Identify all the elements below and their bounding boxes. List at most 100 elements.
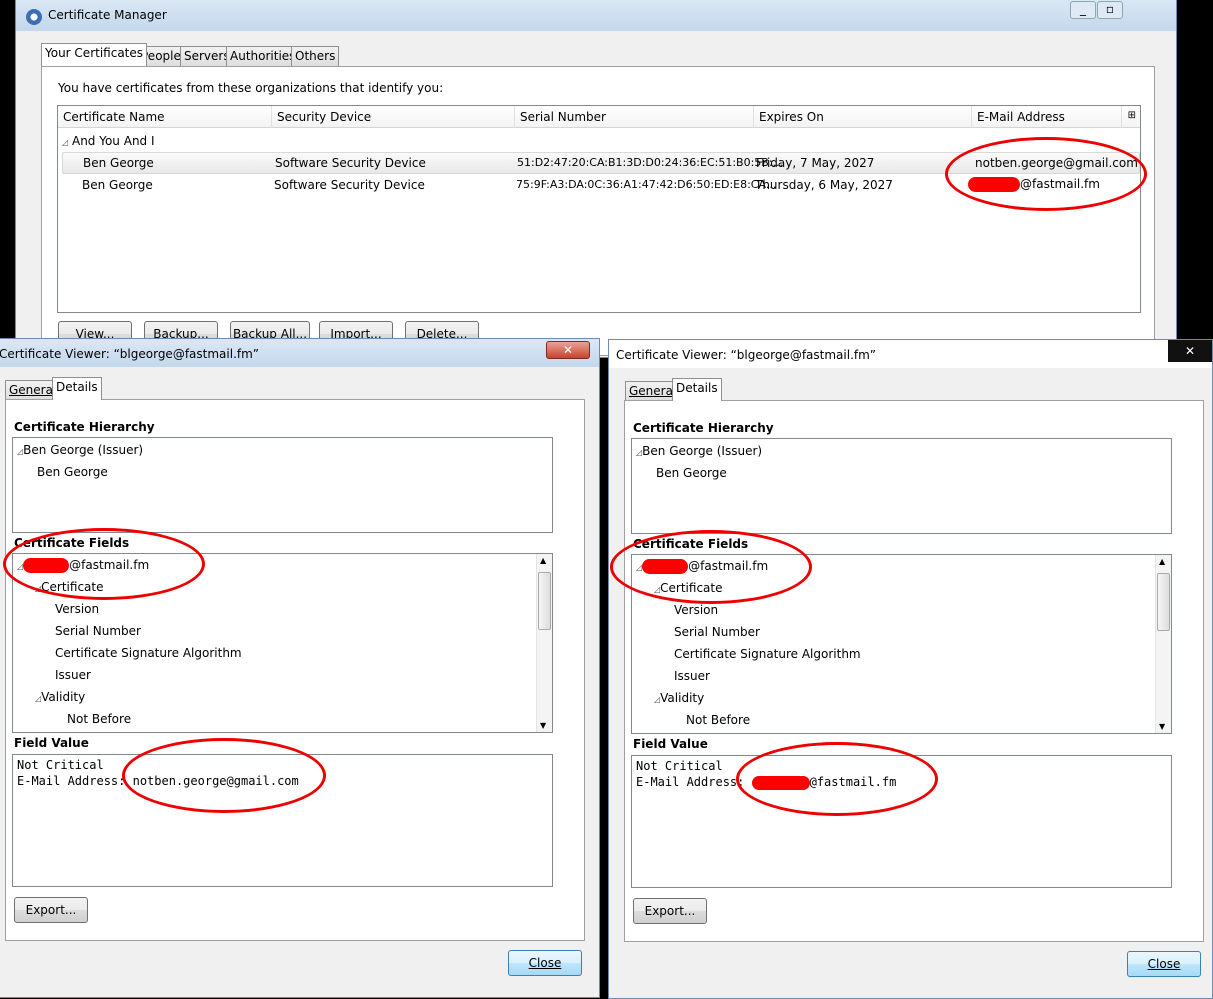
tab-authorities[interactable]: Authorities [226, 46, 300, 67]
field-item[interactable]: ◿Validity [35, 690, 85, 704]
scroll-thumb[interactable] [538, 572, 551, 630]
field-label: Version [674, 603, 719, 617]
col-security-device[interactable]: Security Device [272, 106, 515, 128]
redaction [968, 177, 1020, 192]
field-item[interactable]: ◿Certificate [35, 580, 104, 594]
value-line: E-Mail Address: notben.george@gmail.com [17, 774, 299, 788]
tab-your-certificates[interactable]: Your Certificates [41, 43, 148, 66]
cell-expires: Thursday, 6 May, 2027 [755, 178, 893, 192]
cell-serial: 75:9F:A3:DA:0C:36:A1:47:42:D6:50:ED:E8:C… [516, 178, 777, 191]
window-title: Certificate Viewer: “blgeorge@fastmail.f… [0, 347, 260, 361]
field-item[interactable]: ◿ @fastmail.fm [17, 558, 149, 573]
title-bar: Certificate Manager _ ▫ [16, 0, 1176, 31]
field-item[interactable]: Not Before [67, 712, 131, 726]
field-label: Serial Number [674, 625, 760, 639]
field-label: Certificate [660, 581, 723, 595]
field-item[interactable]: Version [674, 603, 718, 617]
field-item[interactable]: Certificate Signature Algorithm [55, 646, 242, 660]
hierarchy-item[interactable]: Ben George [656, 466, 727, 480]
certificate-viewer-window: Certificate Viewer: “blgeorge@fastmail.f… [0, 338, 600, 998]
close-button[interactable]: Close [508, 950, 582, 976]
scroll-up-icon[interactable]: ▲ [540, 556, 546, 565]
scroll-down-icon[interactable]: ▼ [1159, 722, 1165, 731]
scroll-thumb[interactable] [1157, 573, 1170, 631]
export-button[interactable]: Export... [633, 898, 707, 924]
redaction [23, 558, 70, 573]
table-row[interactable]: Ben George Software Security Device 51:D… [62, 152, 1140, 174]
cell-name: Ben George [83, 156, 154, 170]
minimize-button[interactable]: _ [1070, 1, 1096, 19]
close-button[interactable]: Close [1127, 951, 1201, 977]
field-item[interactable]: ◿ @fastmail.fm [636, 559, 768, 574]
certificate-tree[interactable]: Certificate Name Security Device Serial … [57, 105, 1141, 313]
fields-tree[interactable]: ◿ @fastmail.fm ◿Certificate Version Serial N… [12, 553, 553, 733]
hierarchy-tree[interactable]: ◿Ben George (Issuer) Ben George [12, 437, 553, 533]
scrollbar[interactable]: ▲ ▼ [1155, 555, 1171, 733]
export-button[interactable]: Export... [14, 897, 88, 923]
cell-device: Software Security Device [274, 178, 425, 192]
certificate-manager-window: Certificate Manager _ ▫ Your Certificate… [15, 0, 1177, 358]
field-item[interactable]: Serial Number [674, 625, 760, 639]
field-value-box[interactable]: Not Critical E-Mail Address: notben.georg… [12, 754, 553, 887]
fields-tree[interactable]: ◿ @fastmail.fm ◿Certificate Version Serial N… [631, 554, 1172, 734]
field-item[interactable]: Serial Number [55, 624, 141, 638]
col-expires-on[interactable]: Expires On [754, 106, 972, 128]
scroll-down-icon[interactable]: ▼ [540, 721, 546, 730]
value-line: Not Critical [636, 759, 723, 773]
close-window-button[interactable]: ✕ [546, 341, 590, 359]
app-icon [26, 9, 42, 25]
cell-serial: 51:D2:47:20:CA:B1:3D:D0:24:36:EC:51:B0:5… [517, 156, 784, 169]
hierarchy-label: Certificate Hierarchy [633, 421, 774, 435]
field-item[interactable]: Issuer [674, 669, 710, 683]
title-bar: Certificate Viewer: “blgeorge@fastmail.f… [609, 340, 1212, 368]
tab-panel: You have certificates from these organiz… [41, 66, 1155, 356]
field-item[interactable]: Issuer [55, 668, 91, 682]
tree-group[interactable]: ◿ And You And I [62, 134, 155, 148]
tab-details[interactable]: Details [672, 378, 722, 401]
column-header: Certificate Name Security Device Serial … [58, 106, 1140, 128]
redaction [751, 775, 810, 790]
maximize-button[interactable]: ▫ [1097, 1, 1123, 19]
tab-others[interactable]: Others [291, 46, 340, 67]
field-item[interactable]: ◿Certificate [654, 581, 723, 595]
hierarchy-item[interactable]: ◿Ben George (Issuer) [636, 444, 762, 458]
tab-details[interactable]: Details [52, 377, 102, 400]
expand-icon: ◿ [62, 138, 69, 147]
field-label: @fastmail.fm [688, 559, 769, 573]
field-label: Not Before [686, 713, 751, 727]
field-item[interactable]: Certificate Signature Algorithm [674, 647, 861, 661]
value-line: E-Mail Address: @fastmail.fm [636, 775, 897, 790]
field-label: Validity [660, 691, 705, 705]
scrollbar[interactable]: ▲ ▼ [536, 554, 552, 732]
field-item[interactable]: Version [55, 602, 99, 616]
scroll-up-icon[interactable]: ▲ [1159, 557, 1165, 566]
field-label: @fastmail.fm [69, 558, 150, 572]
cell-expires: Friday, 7 May, 2027 [756, 156, 875, 170]
field-value-box[interactable]: Not Critical E-Mail Address: @fastmail.fm [631, 755, 1172, 888]
table-row[interactable]: Ben George Software Security Device 75:9… [62, 175, 1140, 197]
col-certificate-name[interactable]: Certificate Name [58, 106, 272, 128]
window-title: Certificate Manager [48, 8, 167, 22]
field-item[interactable]: ◿Validity [654, 691, 704, 705]
title-bar: Certificate Viewer: “blgeorge@fastmail.f… [0, 339, 599, 367]
col-email-address[interactable]: E-Mail Address [972, 106, 1122, 128]
fields-label: Certificate Fields [633, 537, 749, 551]
hierarchy-item[interactable]: Ben George [37, 465, 108, 479]
hierarchy-tree[interactable]: ◿Ben George (Issuer) Ben George [631, 438, 1172, 534]
hierarchy-label: Certificate Hierarchy [14, 420, 155, 434]
intro-text: You have certificates from these organiz… [58, 81, 444, 95]
field-item[interactable]: Not Before [686, 713, 750, 727]
cell-device: Software Security Device [275, 156, 426, 170]
value-line: Not Critical [17, 758, 104, 772]
cell-email: @fastmail.fm [968, 177, 1100, 192]
window-title: Certificate Viewer: “blgeorge@fastmail.f… [616, 348, 877, 362]
field-value-label: Field Value [14, 736, 89, 750]
fields-label: Certificate Fields [14, 536, 130, 550]
certificate-viewer-window: Certificate Viewer: “blgeorge@fastmail.f… [608, 339, 1213, 999]
field-label: Not Before [67, 712, 132, 726]
col-serial-number[interactable]: Serial Number [515, 106, 754, 128]
hierarchy-item[interactable]: ◿Ben George (Issuer) [17, 443, 143, 457]
field-label: Issuer [674, 669, 710, 683]
close-window-button[interactable]: ✕ [1168, 340, 1212, 362]
column-picker-icon[interactable]: ⊞ [1128, 110, 1136, 121]
